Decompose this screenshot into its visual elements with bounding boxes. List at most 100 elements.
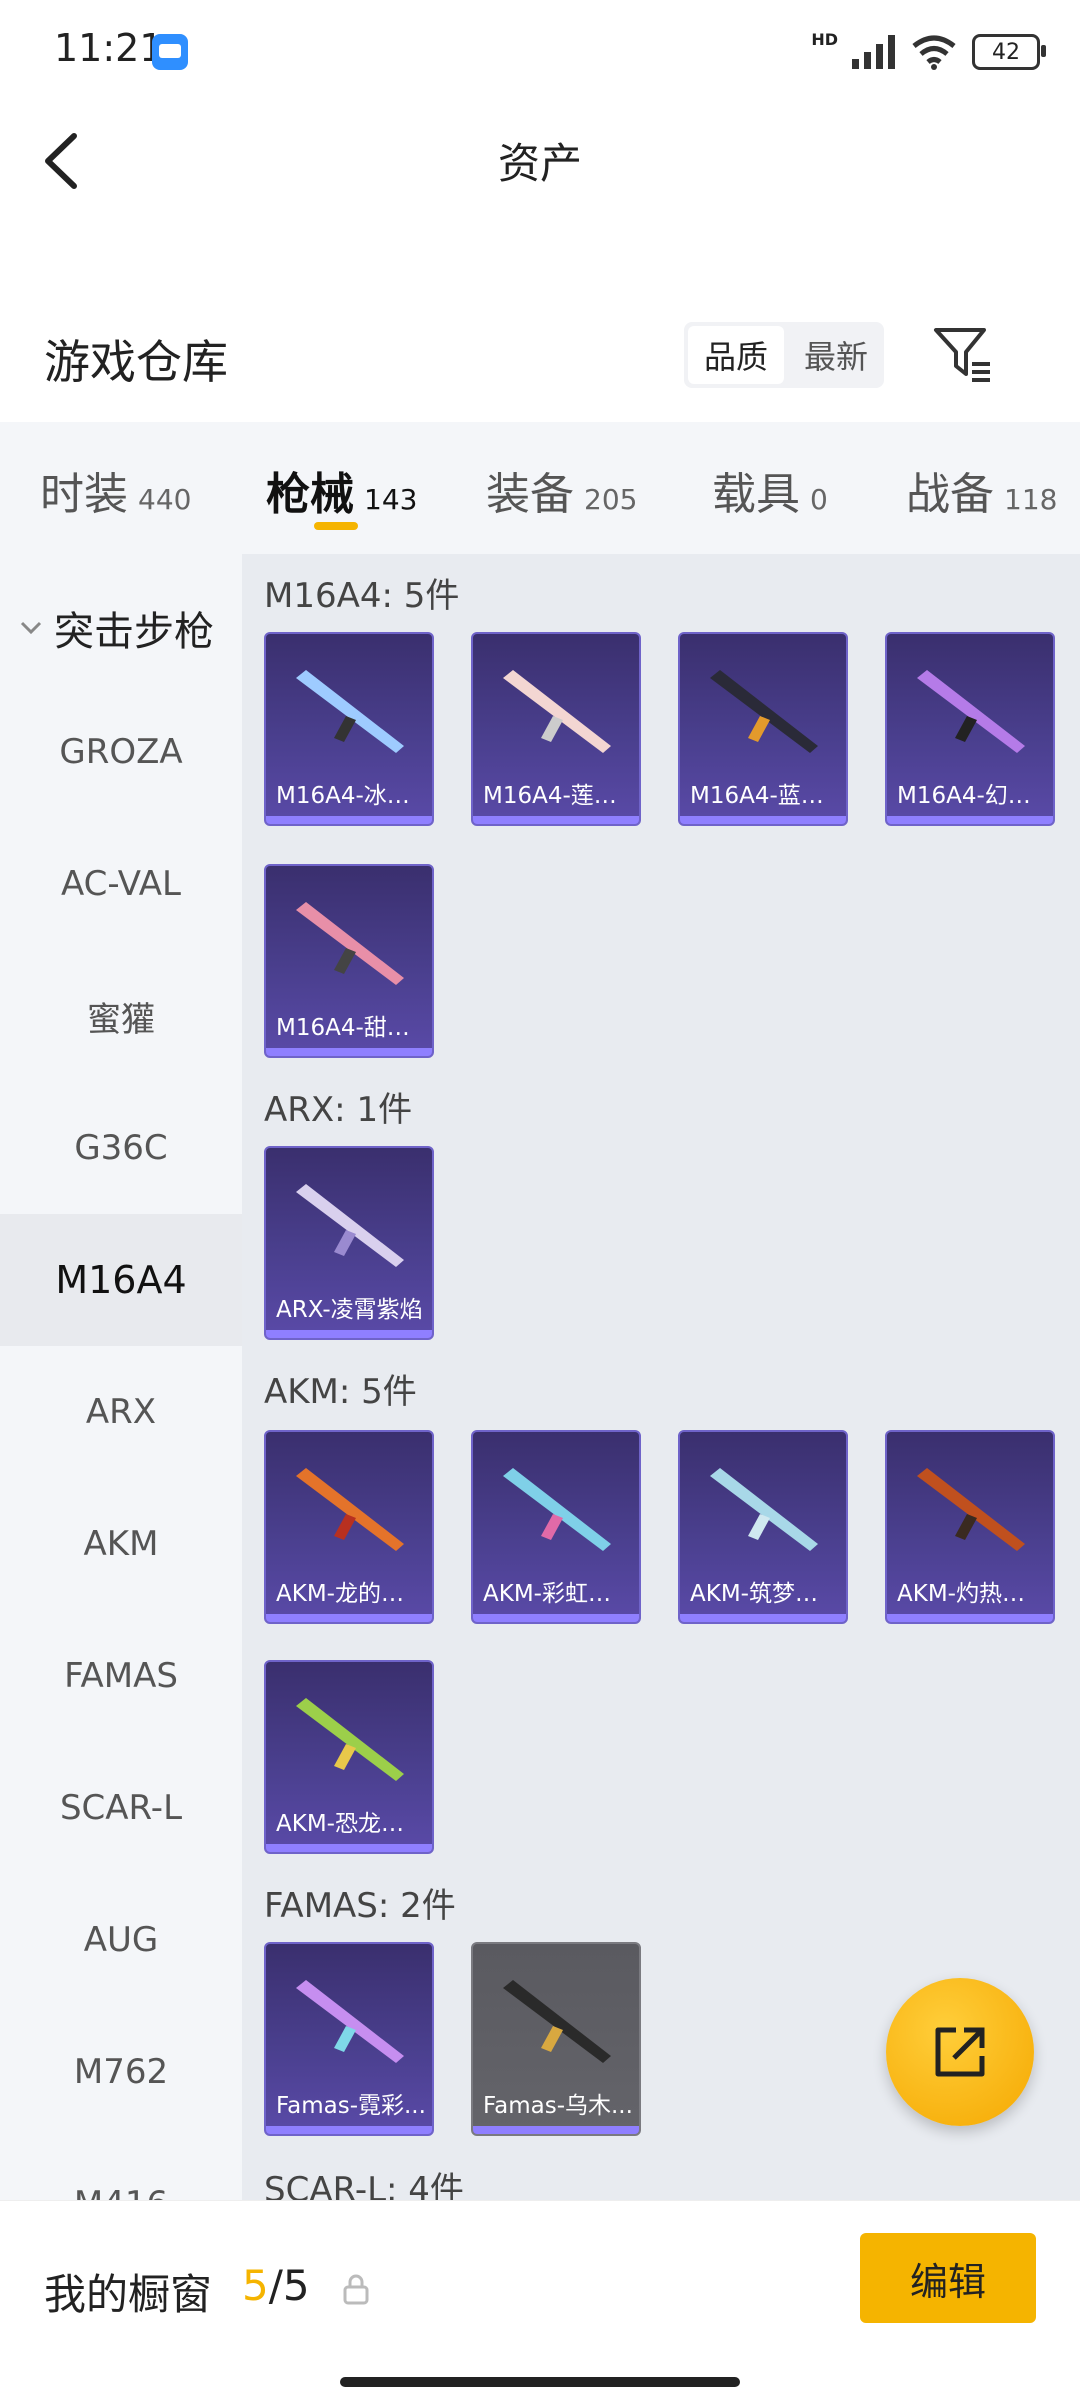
sidebar-item-acval[interactable]: AC-VAL: [0, 818, 242, 950]
rifle-icon: [296, 902, 404, 985]
skin-name: M16A4-莲影...: [483, 783, 633, 809]
rarity-bar: [887, 1614, 1053, 1622]
sort-quality-option[interactable]: 品质: [688, 326, 784, 384]
home-indicator[interactable]: [340, 2377, 740, 2387]
sidebar-item-m16a4[interactable]: M16A4: [0, 1214, 242, 1346]
skin-name: AKM-彩虹符号: [483, 1581, 633, 1607]
skin-card[interactable]: M16A4-甜心...: [264, 864, 434, 1058]
status-icons: HD 42: [811, 30, 1046, 74]
tab-count: 143: [364, 483, 418, 516]
skin-name: AKM-恐龙拽拽: [276, 1811, 426, 1837]
wifi-icon: [912, 35, 956, 70]
rifle-icon: [296, 1184, 404, 1267]
rarity-bar: [266, 1330, 432, 1338]
category-header[interactable]: 突击步枪: [0, 598, 242, 658]
sort-toggle: 品质 最新: [684, 322, 884, 388]
sidebar-item-akm[interactable]: AKM: [0, 1478, 242, 1610]
showcase-count-max: 5: [282, 2261, 310, 2310]
skin-card[interactable]: ARX-凌霄紫焰: [264, 1146, 434, 1340]
status-bar: 11:21 HD 42: [0, 0, 1080, 100]
skin-card[interactable]: AKM-恐龙拽拽: [264, 1660, 434, 1854]
tab-count: 118: [1004, 483, 1058, 516]
network-label: HD: [811, 30, 838, 49]
edit-button[interactable]: 编辑: [860, 2233, 1036, 2323]
sidebar-item-honeybadger[interactable]: 蜜獾: [0, 950, 242, 1082]
skin-name: Famas-霓彩...: [276, 2093, 426, 2119]
header: 资产: [0, 100, 1080, 220]
category-tabs: 时装 440 枪械 143 装备 205 载具 0 战备 118: [0, 422, 1080, 554]
rarity-bar: [266, 1844, 432, 1852]
skin-name: AKM-灼热熔岩: [897, 1581, 1047, 1607]
skin-card[interactable]: AKM-灼热熔岩: [885, 1430, 1055, 1624]
filter-icon[interactable]: [930, 322, 996, 388]
rifle-icon: [917, 670, 1025, 753]
rarity-bar: [266, 1614, 432, 1622]
group-title: FAMAS: 2件: [264, 1886, 456, 1926]
rarity-bar: [266, 2126, 432, 2134]
share-button[interactable]: [886, 1978, 1034, 2126]
rarity-bar: [266, 1048, 432, 1056]
tab-label: 装备: [486, 469, 574, 520]
sidebar-item-famas[interactable]: FAMAS: [0, 1610, 242, 1742]
tab-label: 时装: [40, 469, 128, 520]
chevron-down-icon: [20, 621, 42, 635]
rifle-icon: [710, 670, 818, 753]
warehouse-title: 游戏仓库: [44, 335, 228, 389]
skin-name: Famas-乌木...: [483, 2093, 633, 2119]
rifle-icon: [503, 1980, 611, 2063]
tab-supplies[interactable]: 战备 118: [906, 458, 1057, 522]
skin-name: M16A4-甜心...: [276, 1015, 426, 1041]
group-title: SCAR-L: 4件: [264, 2170, 464, 2200]
rifle-icon: [503, 670, 611, 753]
skin-card[interactable]: AKM-龙的传人: [264, 1430, 434, 1624]
sidebar-item-arx[interactable]: ARX: [0, 1346, 242, 1478]
tab-count: 440: [138, 483, 192, 516]
count-separator: /: [268, 2261, 283, 2310]
category-label: 突击步枪: [54, 609, 214, 655]
rifle-icon: [503, 1468, 611, 1551]
showcase-count-current: 5: [242, 2261, 269, 2310]
skin-name: AKM-龙的传人: [276, 1581, 426, 1607]
skin-card[interactable]: M16A4-幻世...: [885, 632, 1055, 826]
rarity-bar: [473, 1614, 639, 1622]
rarity-bar: [680, 816, 846, 824]
tab-vehicles[interactable]: 载具 0: [712, 458, 828, 522]
rifle-icon: [296, 1468, 404, 1551]
rarity-bar: [887, 816, 1053, 824]
rifle-icon: [296, 1980, 404, 2063]
tab-fashion[interactable]: 时装 440: [40, 458, 191, 522]
skin-card[interactable]: Famas-霓彩...: [264, 1942, 434, 2136]
tab-count: 205: [584, 483, 638, 516]
active-tab-indicator: [314, 522, 358, 530]
rifle-icon: [710, 1468, 818, 1551]
page-title: 资产: [497, 139, 582, 188]
skin-name: M16A4-幻世...: [897, 783, 1047, 809]
skin-card[interactable]: M16A4-莲影...: [471, 632, 641, 826]
skin-card[interactable]: AKM-筑梦精灵: [678, 1430, 848, 1624]
rarity-bar: [266, 816, 432, 824]
tab-label: 枪械: [266, 469, 354, 520]
group-title: AKM: 5件: [264, 1372, 417, 1412]
weapon-grid: M16A4: 5件 M16A4-冰河... M16A4-莲影... M16A4-…: [242, 554, 1080, 2200]
lock-icon: [343, 2274, 369, 2305]
sort-newest-option[interactable]: 最新: [788, 322, 884, 388]
skin-card[interactable]: M16A4-冰河...: [264, 632, 434, 826]
tab-guns[interactable]: 枪械 143: [266, 458, 417, 522]
sidebar-item-aug[interactable]: AUG: [0, 1874, 242, 2006]
tab-equipment[interactable]: 装备 205: [486, 458, 637, 522]
sidebar-item-scarl[interactable]: SCAR-L: [0, 1742, 242, 1874]
sidebar-item-m762[interactable]: M762: [0, 2006, 242, 2138]
tab-label: 载具: [712, 469, 800, 520]
skin-card[interactable]: M16A4-蓝色...: [678, 632, 848, 826]
weapon-sidebar: 突击步枪 GROZA AC-VAL 蜜獾 G36C M16A4 ARX AKM …: [0, 554, 242, 2200]
group-title: ARX: 1件: [264, 1090, 413, 1130]
skin-card[interactable]: AKM-彩虹符号: [471, 1430, 641, 1624]
showcase-label: 我的橱窗: [44, 2270, 213, 2319]
skin-card[interactable]: Famas-乌木...: [471, 1942, 641, 2136]
sidebar-item-m416[interactable]: M416: [0, 2138, 242, 2200]
rarity-bar: [473, 2126, 639, 2134]
sidebar-item-groza[interactable]: GROZA: [0, 686, 242, 818]
sidebar-item-g36c[interactable]: G36C: [0, 1082, 242, 1214]
rarity-bar: [473, 816, 639, 824]
share-icon: [935, 2027, 985, 2077]
